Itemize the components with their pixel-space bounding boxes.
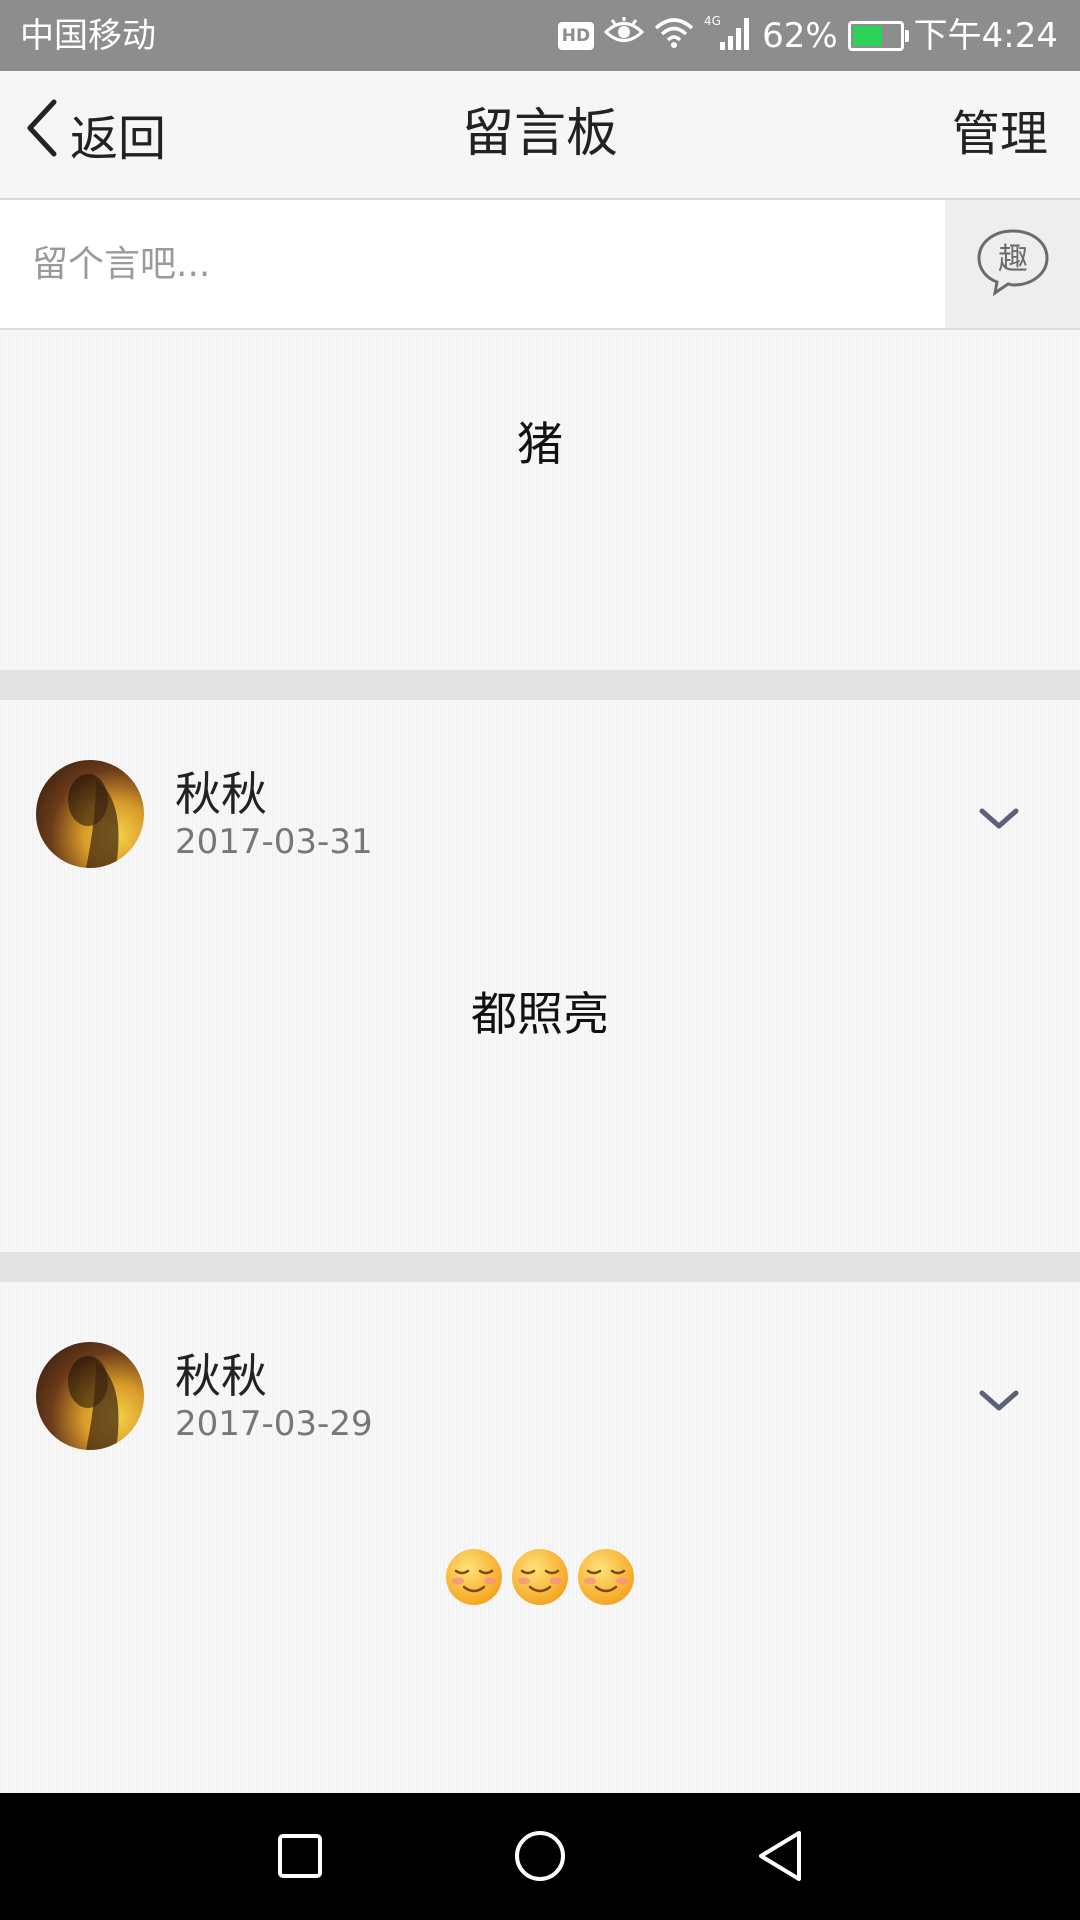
recent-apps-button[interactable] <box>265 1823 335 1893</box>
recent-apps-icon <box>276 1832 324 1884</box>
author-name: 秋秋 <box>175 767 267 821</box>
avatar[interactable] <box>36 760 144 868</box>
home-button[interactable] <box>505 1823 575 1893</box>
status-bar: 中国移动 HD 4G 62% 下午4:24 <box>0 0 1080 71</box>
divider <box>0 670 1080 700</box>
battery-icon <box>847 21 909 51</box>
avatar[interactable] <box>36 1342 144 1450</box>
message-input[interactable] <box>0 200 945 328</box>
battery-percent: 62% <box>762 16 838 56</box>
smiling-face-icon <box>576 1547 636 1611</box>
message-date: 2017-03-29 <box>175 1404 373 1444</box>
smiling-face-icon <box>510 1547 570 1611</box>
navigation-bar <box>0 1793 1080 1920</box>
message-card: 秋秋 2017-03-31 都照亮 <box>0 700 1080 1252</box>
status-time: 下午4:24 <box>913 16 1058 56</box>
message-text: 猪 <box>517 417 563 471</box>
message-list: 猪 秋秋 2017-03-31 都照亮 秋秋 2017-03-29 <box>0 330 1080 1793</box>
divider <box>0 1252 1080 1282</box>
wifi-icon <box>654 16 694 57</box>
back-triangle-icon <box>755 1829 805 1887</box>
chevron-down-icon[interactable] <box>978 1388 1020 1414</box>
title-bar: 返回 留言板 管理 <box>0 71 1080 200</box>
system-back-button[interactable] <box>745 1823 815 1893</box>
eye-icon <box>603 16 645 56</box>
guestbook-screen: 中国移动 HD 4G 62% 下午4:24 返回 留言板 管理 留个言吧... … <box>0 0 1080 1920</box>
hd-icon: HD <box>557 22 595 50</box>
author-name: 秋秋 <box>175 1349 267 1403</box>
message-card: 秋秋 2017-03-29 <box>0 1282 1080 1793</box>
page-title: 留言板 <box>461 104 618 164</box>
message-input-row: 趣 <box>0 200 1080 330</box>
speech-bubble-icon: 趣 <box>975 227 1051 301</box>
manage-button[interactable]: 管理 <box>952 101 1048 167</box>
smiling-face-icon <box>444 1547 504 1611</box>
message-date: 2017-03-31 <box>175 822 373 862</box>
carrier-name: 中国移动 <box>20 16 156 56</box>
fun-emoji-button[interactable]: 趣 <box>945 200 1080 328</box>
battery-level-fill <box>852 26 882 46</box>
home-icon <box>513 1829 567 1887</box>
message-text: 都照亮 <box>471 987 609 1041</box>
svg-text:趣: 趣 <box>998 242 1028 277</box>
svg-text:4G: 4G <box>704 14 721 28</box>
cellular-signal-icon: 4G <box>704 14 752 59</box>
message-emoji-row <box>0 1547 1080 1611</box>
message-card: 猪 <box>0 330 1080 670</box>
status-icons: HD 4G 62% 下午4:24 <box>548 14 1058 58</box>
chevron-down-icon[interactable] <box>978 806 1020 832</box>
